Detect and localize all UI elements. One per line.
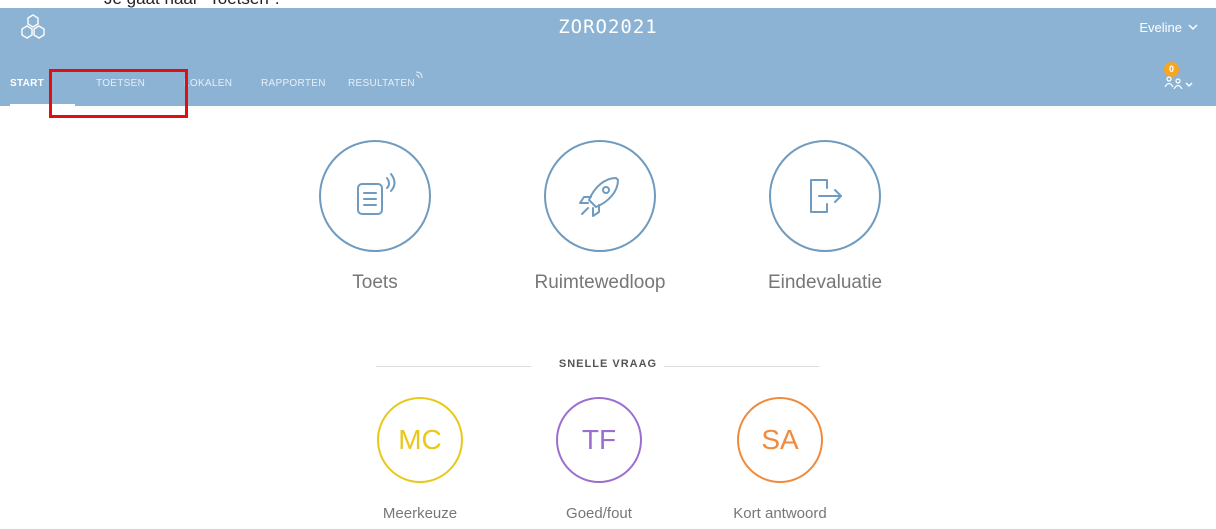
document-broadcast-icon xyxy=(357,173,396,215)
live-signal-icon xyxy=(415,71,423,79)
tab-resultaten-label: RESULTATEN xyxy=(348,78,415,89)
tab-lokalen[interactable]: LOKALEN xyxy=(184,78,232,104)
classroom-icon xyxy=(1164,76,1193,90)
exit-door-icon xyxy=(810,179,842,213)
action-eindevaluatie-label: Eindevaluatie xyxy=(767,272,883,293)
tab-lokalen-label: LOKALEN xyxy=(184,78,233,89)
tab-rapporten-label: RAPPORTEN xyxy=(261,78,326,89)
quick-tf[interactable]: TF Goed/fout xyxy=(509,397,689,522)
action-toets[interactable]: Toets xyxy=(275,140,475,294)
chevron-down-icon xyxy=(1188,24,1198,31)
mc-circle: MC xyxy=(377,397,463,483)
tab-start-label: START xyxy=(10,78,45,89)
action-ruimtewedloop-circle xyxy=(544,140,656,252)
quick-mc[interactable]: MC Meerkeuze xyxy=(330,397,510,522)
tab-rapporten[interactable]: RAPPORTEN xyxy=(261,78,326,104)
app-title: ZORO2021 xyxy=(558,16,658,38)
action-ruimtewedloop[interactable]: Ruimtewedloop xyxy=(500,140,700,294)
quick-mc-label: Meerkeuze xyxy=(382,505,458,522)
quick-sa[interactable]: SA Kort antwoord xyxy=(690,397,870,522)
tf-circle: TF xyxy=(556,397,642,483)
sa-circle: SA xyxy=(737,397,823,483)
action-toets-label: Toets xyxy=(352,272,398,293)
user-name: Eveline xyxy=(1139,20,1182,35)
highlight-box xyxy=(49,69,188,118)
quick-question-title: SNELLE VRAAG xyxy=(558,358,658,370)
tab-resultaten[interactable]: RESULTATEN xyxy=(348,71,423,104)
action-eindevaluatie-circle xyxy=(769,140,881,252)
caption-strip: Je gaat naar "Toetsen". xyxy=(0,0,1216,8)
user-menu[interactable]: Eveline xyxy=(1139,20,1198,35)
action-ruimtewedloop-label: Ruimtewedloop xyxy=(534,272,666,293)
caption-text: Je gaat naar "Toetsen". xyxy=(104,0,280,8)
rocket-icon xyxy=(579,177,619,217)
quick-tf-label: Goed/fout xyxy=(566,505,632,522)
action-eindevaluatie[interactable]: Eindevaluatie xyxy=(725,140,925,294)
quick-sa-label: Kort antwoord xyxy=(733,505,827,522)
notifications-menu[interactable]: 0 xyxy=(1162,62,1198,98)
action-toets-circle xyxy=(319,140,431,252)
